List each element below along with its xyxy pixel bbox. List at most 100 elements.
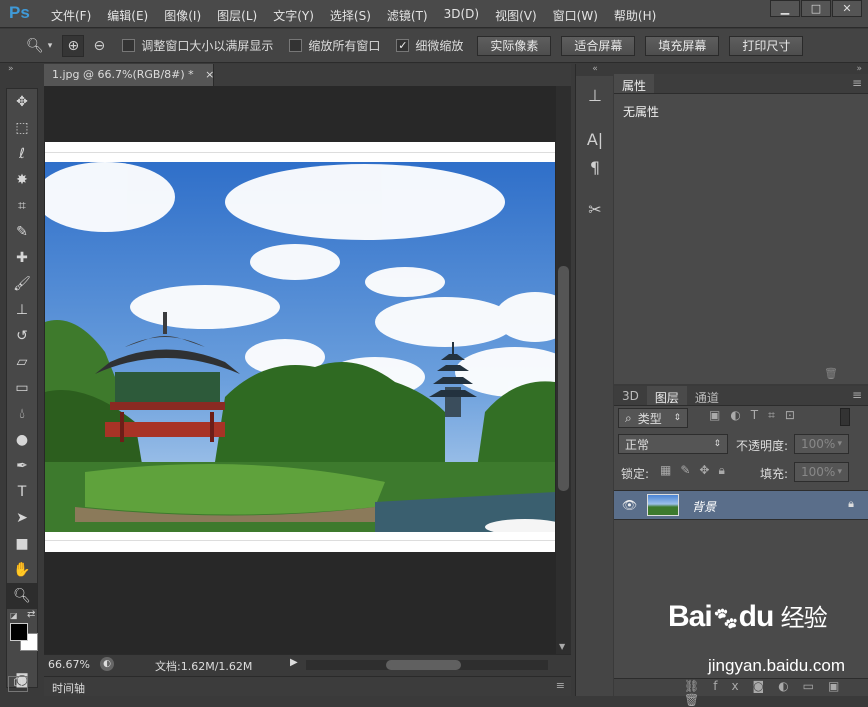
- tab-properties[interactable]: 属性: [614, 74, 655, 93]
- timeline-tab[interactable]: 时间轴: [52, 680, 85, 696]
- horizontal-scrollbar[interactable]: [306, 660, 548, 670]
- panel-menu-icon[interactable]: ≡: [852, 76, 862, 90]
- paragraph-panel-icon[interactable]: ¶: [583, 158, 607, 177]
- chevron-updown-icon: ⇕: [713, 439, 721, 449]
- document-title: 1.jpg @ 66.7%(RGB/8#) *: [52, 68, 194, 81]
- fill-screen-button[interactable]: 填充屏幕: [645, 35, 720, 56]
- timeline-panel: 时间轴 ≡: [44, 676, 571, 696]
- crop-tool-icon[interactable]: ⌗: [7, 193, 37, 219]
- menu-file[interactable]: 文件(F): [40, 0, 96, 28]
- scrollbar-thumb[interactable]: [558, 266, 569, 491]
- print-size-button[interactable]: 打印尺寸: [729, 35, 804, 56]
- eyedropper-tool-icon[interactable]: ✎: [7, 219, 37, 245]
- trash-icon[interactable]: 🗑︎: [824, 367, 838, 380]
- zoom-in-icon[interactable]: ⊕: [62, 34, 85, 57]
- menu-edit[interactable]: 编辑(E): [96, 0, 153, 28]
- collapse-arrows-icon[interactable]: «: [576, 64, 614, 76]
- close-tab-icon[interactable]: ×: [205, 68, 214, 81]
- actual-pixels-button[interactable]: 实际像素: [477, 35, 552, 56]
- menu-filter[interactable]: 滤镜(T): [376, 0, 433, 28]
- move-tool-icon[interactable]: ✥: [7, 89, 37, 115]
- baidu-watermark: Bai🐾︎du 经验: [668, 600, 828, 633]
- rectangle-tool-icon[interactable]: ■: [7, 531, 37, 557]
- close-icon[interactable]: ✕: [832, 0, 862, 17]
- menu-3d[interactable]: 3D(D): [433, 0, 484, 28]
- menu-view[interactable]: 视图(V): [484, 0, 542, 28]
- menu-select[interactable]: 选择(S): [319, 0, 376, 28]
- checkmark-icon: ✓: [396, 39, 410, 52]
- lock-icons[interactable]: ▦✎✥🔒︎: [660, 463, 734, 478]
- brush-tool-icon[interactable]: 🖌︎: [7, 271, 37, 297]
- image-canvas[interactable]: [45, 142, 555, 552]
- menu-bar: Ps 文件(F) 编辑(E) 图像(I) 图层(L) 文字(Y) 选择(S) 滤…: [0, 0, 868, 28]
- pen-tool-icon[interactable]: ✒: [7, 453, 37, 479]
- path-selection-tool-icon[interactable]: ➤: [7, 505, 37, 531]
- zoom-tool-preset-icon[interactable]: 🔍︎: [26, 38, 44, 54]
- panel-menu-icon[interactable]: ≡: [852, 388, 862, 402]
- magic-wand-tool-icon[interactable]: ✸: [7, 167, 37, 193]
- filter-toggle[interactable]: [840, 408, 850, 426]
- zoom-all-windows-checkbox[interactable]: 缩放所有窗口: [289, 37, 380, 54]
- color-swatches: ◪ ⇄: [7, 609, 38, 669]
- resize-windows-checkbox[interactable]: 调整窗口大小以满屏显示: [122, 37, 273, 54]
- marquee-tool-icon[interactable]: ⬚: [7, 115, 37, 141]
- menu-layer[interactable]: 图层(L): [206, 0, 262, 28]
- layers-footer-icons[interactable]: ⛓fx◙◐▭▣🗑︎: [614, 678, 868, 707]
- menu-image[interactable]: 图像(I): [153, 0, 206, 28]
- document-info: 文档:1.62M/1.62M: [155, 660, 253, 673]
- opacity-input[interactable]: 100% ▾: [794, 434, 849, 454]
- character-panel-icon[interactable]: A|: [583, 130, 607, 149]
- fill-input[interactable]: 100% ▾: [794, 462, 849, 482]
- share-icon[interactable]: ◐: [100, 657, 114, 671]
- clone-stamp-tool-icon[interactable]: ⊥: [7, 297, 37, 323]
- screen-mode-icon[interactable]: ▢: [8, 676, 28, 692]
- zoom-level[interactable]: 66.67%: [48, 658, 90, 671]
- fit-screen-button[interactable]: 适合屏幕: [561, 35, 636, 56]
- collapse-arrows-icon[interactable]: »: [0, 64, 40, 76]
- layers-panel: 3D 图层 通道 ≡ ⌕ 类型 ⇕ ▣◐T⌗⊡ 正常 ⇕ 不透明度: 100% …: [614, 386, 868, 707]
- healing-brush-tool-icon[interactable]: ✚: [7, 245, 37, 271]
- layer-name[interactable]: 背景: [692, 498, 716, 515]
- maximize-icon[interactable]: □: [801, 0, 831, 17]
- scroll-down-icon[interactable]: ▼: [559, 642, 565, 651]
- menu-help[interactable]: 帮助(H): [603, 0, 661, 28]
- lasso-tool-icon[interactable]: ℓ: [7, 141, 37, 167]
- visibility-eye-icon[interactable]: 👁︎: [622, 498, 637, 512]
- menu-type[interactable]: 文字(Y): [262, 0, 319, 28]
- collapse-arrows-icon[interactable]: »: [614, 64, 868, 74]
- document-tab[interactable]: 1.jpg @ 66.7%(RGB/8#) * ×: [44, 64, 214, 86]
- status-bar: 66.67% ◐ 文档:1.62M/1.62M ▶: [44, 654, 571, 676]
- tab-3d[interactable]: 3D: [614, 386, 647, 405]
- gradient-tool-icon[interactable]: ▭: [7, 375, 37, 401]
- swap-colors-icon[interactable]: ⇄: [27, 609, 35, 620]
- tool-presets-icon[interactable]: ✂: [583, 200, 607, 219]
- eraser-tool-icon[interactable]: ▱: [7, 349, 37, 375]
- tools-panel: ✥ ⬚ ℓ ✸ ⌗ ✎ ✚ 🖌︎ ⊥ ↺ ▱ ▭ 💧︎ ● ✒ T ➤ ■ ✋ …: [6, 88, 38, 688]
- type-tool-icon[interactable]: T: [7, 479, 37, 505]
- clone-source-icon[interactable]: ⊥: [583, 86, 607, 105]
- hand-tool-icon[interactable]: ✋: [7, 557, 37, 583]
- lock-icon: 🔒︎: [848, 497, 854, 510]
- tab-layers[interactable]: 图层: [646, 386, 687, 405]
- layer-filter-icons[interactable]: ▣◐T⌗⊡: [709, 408, 805, 423]
- blur-tool-icon[interactable]: 💧︎: [7, 401, 37, 427]
- menu-window[interactable]: 窗口(W): [542, 0, 603, 28]
- layer-filter-select[interactable]: ⌕ 类型 ⇕: [618, 408, 688, 428]
- zoom-out-icon[interactable]: ⊖: [88, 36, 110, 56]
- history-brush-tool-icon[interactable]: ↺: [7, 323, 37, 349]
- status-menu-arrow-icon[interactable]: ▶: [290, 657, 298, 668]
- tab-channels[interactable]: 通道: [687, 386, 727, 405]
- minimize-icon[interactable]: ▁: [770, 0, 800, 17]
- zoom-tool-icon[interactable]: 🔍︎: [7, 583, 37, 609]
- panel-menu-icon[interactable]: ≡: [556, 679, 565, 692]
- layer-row[interactable]: 👁︎ 背景 🔒︎: [614, 490, 868, 520]
- foreground-color-swatch[interactable]: [10, 623, 28, 641]
- vertical-scrollbar[interactable]: ▼: [556, 86, 571, 654]
- lock-label: 锁定:: [621, 467, 650, 481]
- chevron-down-icon[interactable]: ▾: [48, 41, 53, 51]
- blend-mode-select[interactable]: 正常 ⇕: [618, 434, 728, 454]
- scrollbar-thumb[interactable]: [386, 660, 461, 670]
- default-colors-icon[interactable]: ◪: [10, 611, 18, 620]
- scrubby-zoom-checkbox[interactable]: ✓ 细微缩放: [396, 37, 463, 54]
- dodge-tool-icon[interactable]: ●: [7, 427, 37, 453]
